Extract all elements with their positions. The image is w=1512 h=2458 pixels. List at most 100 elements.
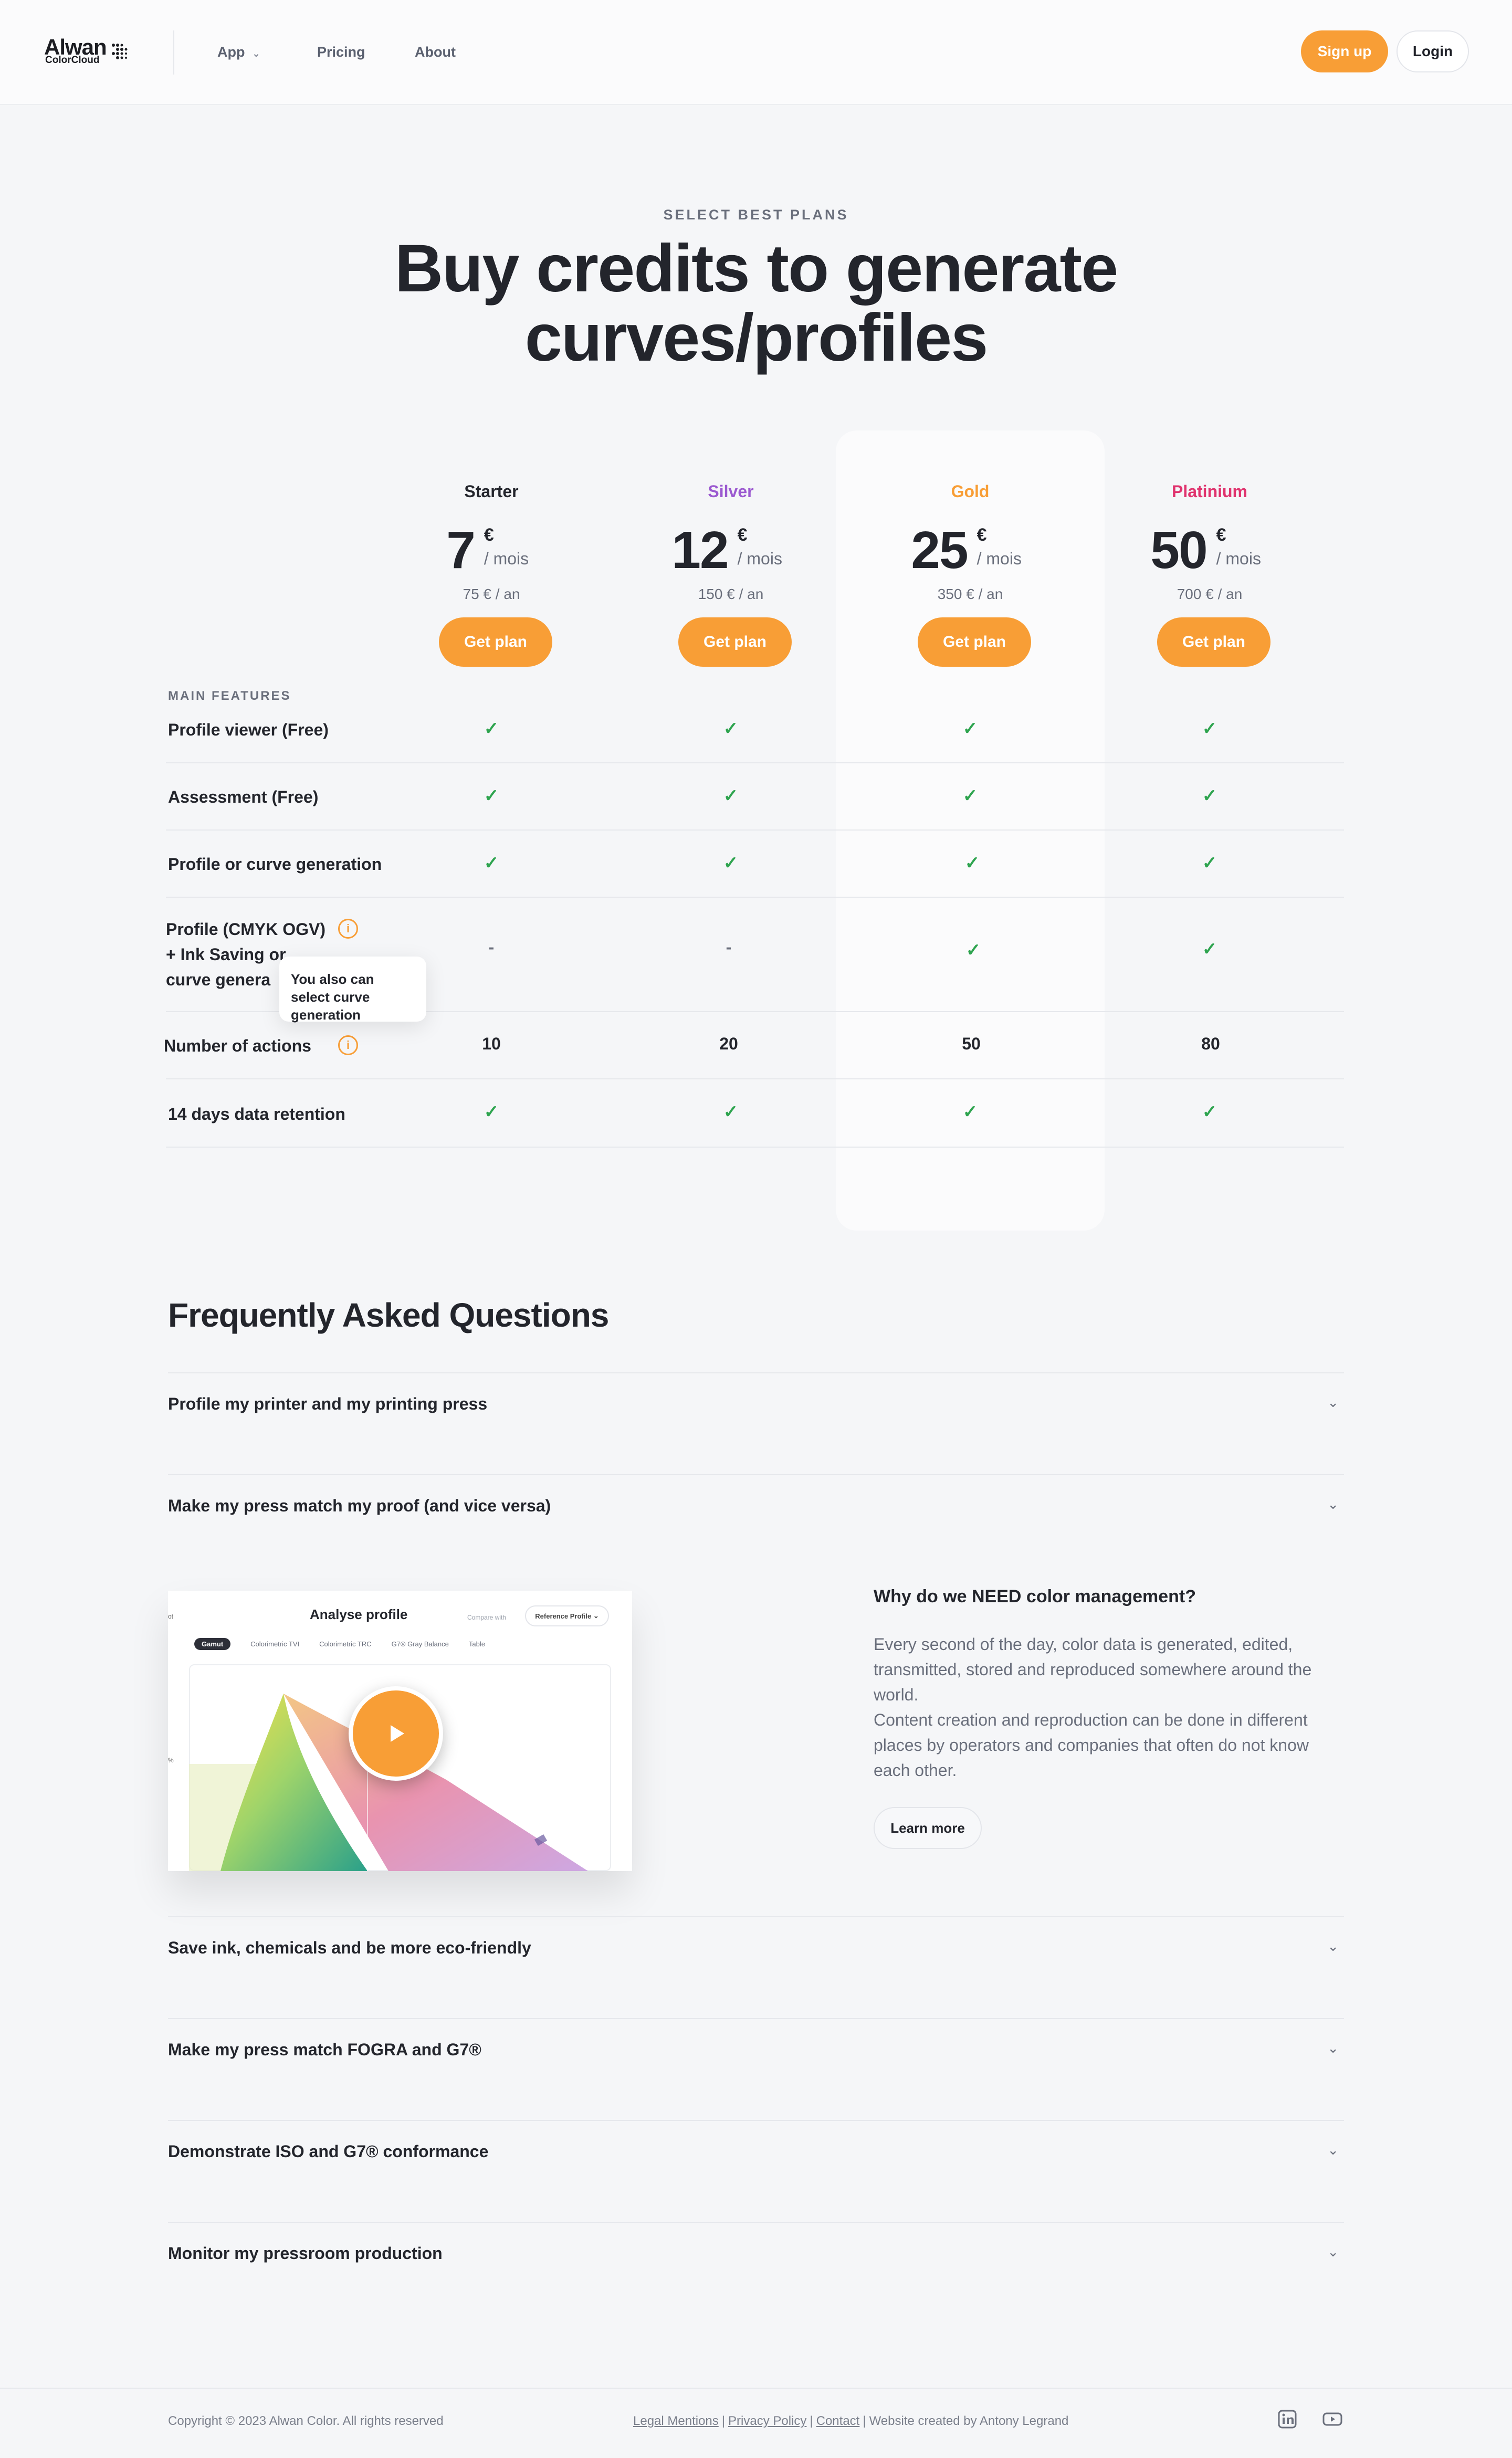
faq-item-expanded[interactable]: Make my press match my proof (and vice v… (168, 1480, 1344, 1533)
why-title: Why do we NEED color management? (874, 1587, 1196, 1606)
footer-links: Legal Mentions | Privacy Policy | Contact | We… (633, 2414, 1068, 2429)
chevron-down-icon[interactable]: ⌄ (1327, 1496, 1339, 1512)
chevron-down-icon[interactable]: ⌄ (1327, 2244, 1339, 2260)
unavailable-dash: - (726, 938, 732, 957)
check-icon: ✓ (723, 853, 739, 873)
plan-currency: € (737, 525, 748, 545)
nav-pricing-link[interactable]: Pricing (317, 44, 365, 60)
faq-divider (168, 1916, 1344, 1917)
play-button[interactable] (349, 1686, 443, 1781)
plan-period: / mois (976, 549, 1022, 568)
page-title-line-2: curves/profiles (524, 300, 989, 375)
site-header: Alwan ColorCloud App ⌄ Pricing About Sign… (0, 0, 1512, 105)
plan-name: Silver (708, 482, 754, 501)
learn-more-button[interactable]: Learn more (874, 1807, 982, 1849)
logo-dots-icon (112, 44, 128, 59)
actions-count: 80 (1201, 1034, 1220, 1053)
plan-name: Starter (464, 482, 519, 501)
info-icon[interactable]: i (338, 1035, 358, 1055)
check-icon: ✓ (484, 1102, 499, 1122)
privacy-policy-link[interactable]: Privacy Policy (728, 2414, 806, 2428)
plan-name: Gold (951, 482, 990, 501)
plan-yearly-price: 75 € / an (463, 586, 520, 602)
check-icon: ✓ (723, 786, 739, 806)
nav-app-label: App (217, 44, 245, 60)
check-icon: ✓ (965, 940, 981, 960)
legal-mentions-link[interactable]: Legal Mentions (633, 2414, 719, 2428)
check-icon: ✓ (1202, 719, 1217, 739)
feature-row: 14 days data retention ✓ ✓ ✓ ✓ (166, 1079, 1344, 1148)
nav-about-link[interactable]: About (415, 44, 456, 60)
copyright-text: Copyright © 2023 Alwan Color. All rights… (168, 2414, 444, 2428)
chevron-down-icon[interactable]: ⌄ (1327, 1938, 1339, 1955)
faq-divider (168, 2120, 1344, 2121)
footer-separator: | (721, 2414, 726, 2428)
get-plan-button-silver[interactable]: Get plan (678, 617, 792, 667)
page-title: Buy credits to generate curves/profiles (0, 234, 1512, 373)
why-paragraph: Every second of the day, color data is g… (874, 1635, 1312, 1704)
contact-link[interactable]: Contact (816, 2414, 860, 2428)
plan-name: Platinium (1171, 482, 1247, 501)
pricing-eyebrow: SELECT BEST PLANS (663, 207, 849, 223)
feature-name-line: Profile (CMYK OGV) (166, 920, 326, 939)
actions-count: 10 (482, 1034, 501, 1053)
plan-period: / mois (484, 549, 529, 568)
chevron-down-icon[interactable]: ⌄ (1327, 2142, 1339, 2158)
plan-gold: Gold 25 € / mois 350 € / an Get plan (860, 482, 1080, 671)
linkedin-icon[interactable] (1277, 2409, 1298, 2430)
video-thumbnail[interactable]: Analyse profile Compare with Reference P… (168, 1591, 632, 1871)
login-button[interactable]: Login (1396, 30, 1469, 72)
plan-period: / mois (737, 549, 782, 568)
faq-item[interactable]: Demonstrate ISO and G7® conformance ⌄ (168, 2126, 1344, 2179)
check-icon: ✓ (962, 786, 978, 806)
why-body: Every second of the day, color data is g… (874, 1632, 1346, 1783)
check-icon: ✓ (1202, 939, 1217, 959)
plan-yearly-price: 150 € / an (698, 586, 764, 602)
nav-app-dropdown[interactable]: App ⌄ (217, 44, 260, 60)
info-icon[interactable]: i (338, 919, 358, 939)
alwan-logo[interactable]: Alwan ColorCloud (44, 35, 139, 71)
faq-question: Monitor my pressroom production (168, 2244, 443, 2263)
logo-subtitle: ColorCloud (45, 55, 100, 66)
faq-divider (168, 2018, 1344, 2019)
plan-silver: Silver 12 € / mois 150 € / an Get plan (621, 482, 841, 671)
faq-question: Profile my printer and my printing press (168, 1394, 488, 1413)
plan-amount: 50 (1150, 521, 1208, 580)
feature-row: Profile viewer (Free) ✓ ✓ ✓ ✓ (166, 709, 1344, 763)
actions-count: 20 (719, 1034, 738, 1053)
youtube-icon[interactable] (1322, 2409, 1343, 2430)
signup-button[interactable]: Sign up (1301, 30, 1388, 72)
play-icon (391, 1725, 404, 1742)
chevron-down-icon[interactable]: ⌄ (1327, 2040, 1339, 2056)
plan-currency: € (976, 525, 987, 545)
info-tooltip: You also can select curve generation (279, 957, 426, 1023)
get-plan-button-gold[interactable]: Get plan (918, 617, 1031, 667)
chevron-down-icon: ⌄ (252, 48, 260, 59)
get-plan-button-starter[interactable]: Get plan (439, 617, 552, 667)
plan-currency: € (484, 525, 494, 545)
plan-price: 25 € / mois (860, 524, 1080, 576)
faq-divider (168, 1474, 1344, 1475)
unavailable-dash: - (488, 938, 495, 957)
faq-item[interactable]: Save ink, chemicals and be more eco-frie… (168, 1923, 1344, 1975)
faq-question: Make my press match my proof (and vice v… (168, 1496, 551, 1515)
why-paragraph: Content creation and reproduction can be… (874, 1710, 1309, 1780)
chevron-down-icon[interactable]: ⌄ (1327, 1394, 1339, 1411)
faq-item[interactable]: Profile my printer and my printing press… (168, 1379, 1344, 1431)
check-icon: ✓ (484, 786, 499, 806)
feature-name: Profile or curve generation (168, 855, 382, 874)
plan-platinium: Platinium 50 € / mois 700 € / an Get plan (1099, 482, 1320, 671)
check-icon: ✓ (962, 719, 978, 739)
get-plan-button-platinium[interactable]: Get plan (1157, 617, 1270, 667)
feature-name: Assessment (Free) (168, 787, 319, 806)
faq-title: Frequently Asked Questions (168, 1296, 609, 1334)
faq-item[interactable]: Monitor my pressroom production ⌄ (168, 2228, 1344, 2281)
feature-name: Profile viewer (Free) (168, 720, 329, 739)
check-icon: ✓ (964, 853, 980, 873)
check-icon: ✓ (723, 719, 739, 739)
faq-item[interactable]: Make my press match FOGRA and G7® ⌄ (168, 2024, 1344, 2077)
faq-question: Demonstrate ISO and G7® conformance (168, 2142, 489, 2161)
page-title-line-1: Buy credits to generate (394, 231, 1119, 306)
plan-amount: 12 (671, 521, 729, 580)
plan-currency: € (1216, 525, 1226, 545)
